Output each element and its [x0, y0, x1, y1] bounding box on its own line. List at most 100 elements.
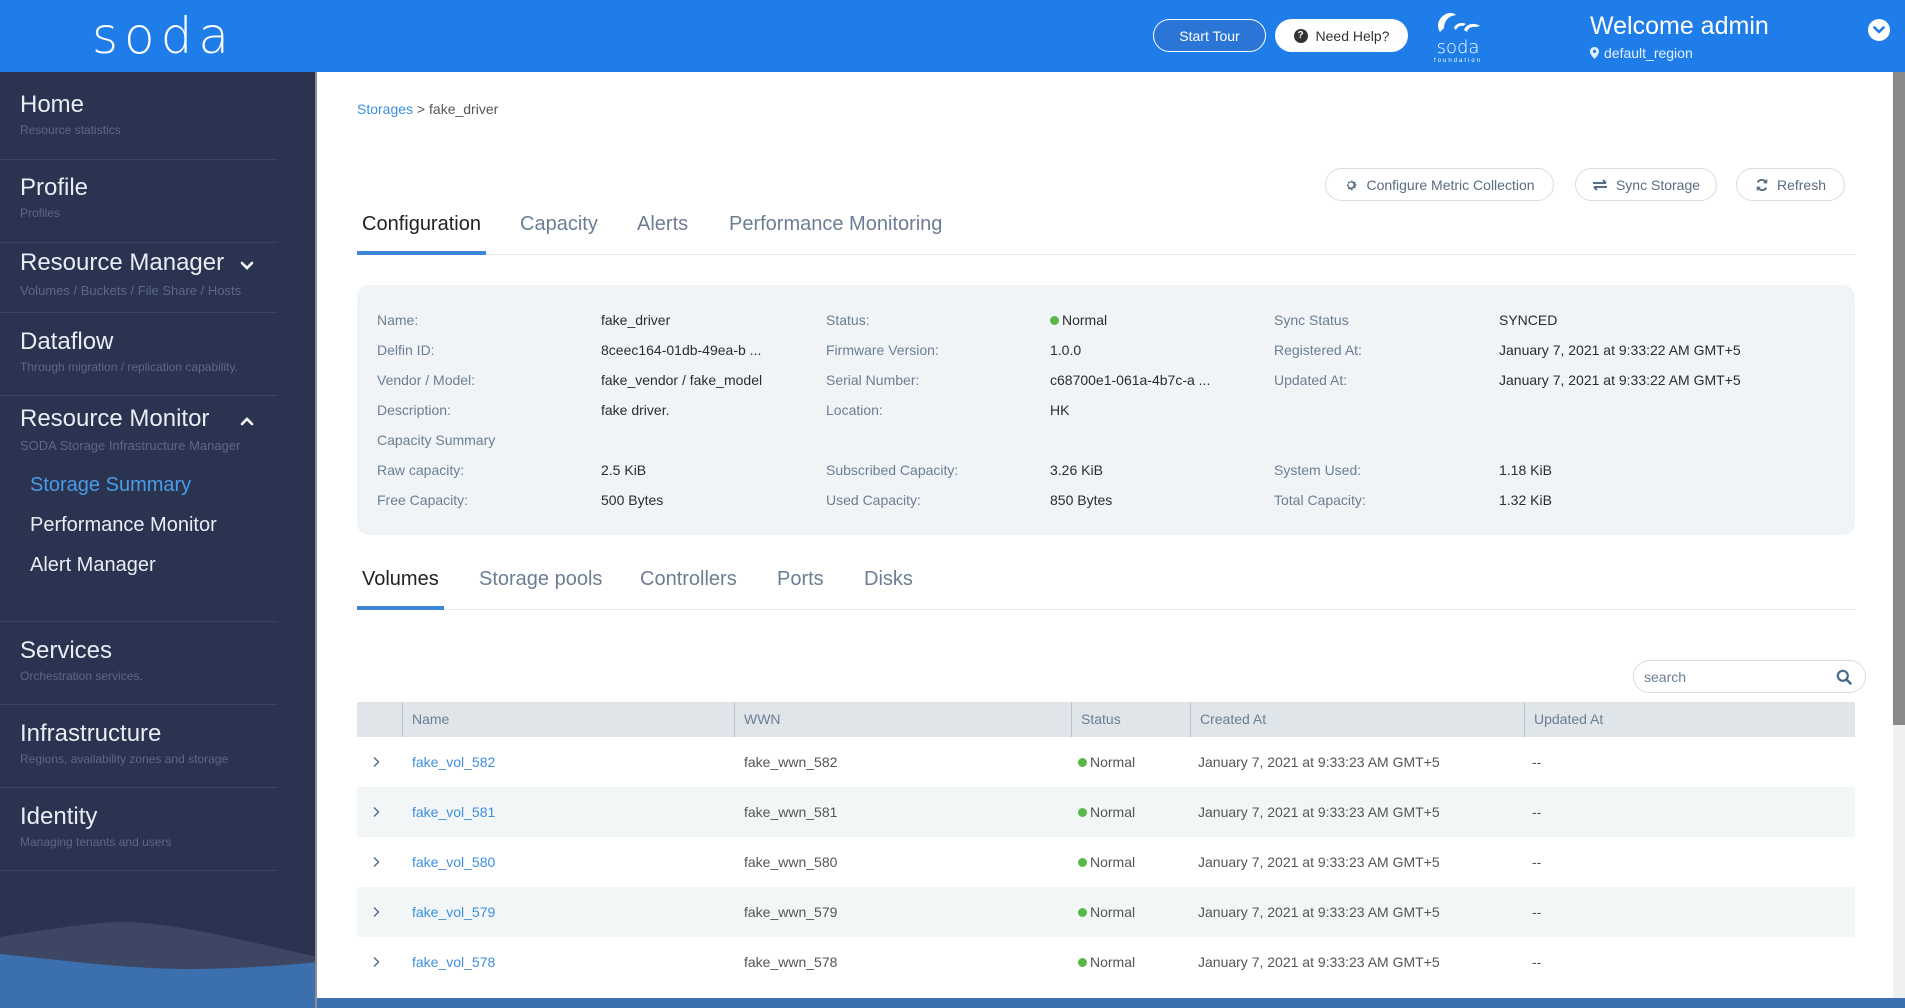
refresh-icon — [1756, 178, 1768, 191]
tab-disks[interactable]: Disks — [864, 568, 913, 591]
table-row[interactable]: fake_vol_582 fake_wwn_582 Normal January 7,… — [357, 737, 1855, 787]
soda-logo[interactable]: soda — [92, 6, 235, 66]
expand-row-chevron-right-icon[interactable] — [372, 856, 380, 868]
volume-name-link[interactable]: fake_vol_582 — [412, 737, 495, 787]
tab-ports[interactable]: Ports — [777, 568, 824, 591]
detail-label: Raw capacity: — [377, 462, 465, 478]
tab-performance-monitoring[interactable]: Performance Monitoring — [729, 213, 942, 236]
volume-status: Normal — [1078, 837, 1135, 887]
active-tab-indicator — [357, 251, 486, 255]
tab-alerts[interactable]: Alerts — [637, 213, 688, 236]
volume-name-link[interactable]: fake_vol_579 — [412, 887, 495, 937]
tab-capacity[interactable]: Capacity — [520, 213, 598, 236]
start-tour-button[interactable]: Start Tour — [1153, 19, 1266, 52]
sidebar-item-title: Services — [20, 637, 113, 664]
sidebar-item-dataflow[interactable]: Dataflow Through migration / replication… — [0, 313, 278, 396]
sidebar-item-home[interactable]: Home Resource statistics — [0, 72, 278, 160]
region-label: default_region — [1604, 45, 1693, 61]
volume-status: Normal — [1078, 737, 1135, 787]
detail-label: Free Capacity: — [377, 492, 469, 508]
tab-configuration[interactable]: Configuration — [362, 213, 481, 236]
search-input[interactable] — [1644, 667, 1824, 687]
detail-value-delfin-id[interactable]: 8ceec164-01db-49ea-b ... — [601, 342, 761, 358]
volume-name-link[interactable]: fake_vol_580 — [412, 837, 495, 887]
volume-created-at: January 7, 2021 at 9:33:23 AM GMT+5 — [1198, 904, 1440, 920]
tab-volumes[interactable]: Volumes — [362, 568, 439, 591]
detail-label: Total Capacity: — [1274, 492, 1366, 508]
table-row[interactable]: fake_vol_579 fake_wwn_579 Normal January 7,… — [357, 887, 1855, 937]
region-indicator: default_region — [1590, 45, 1693, 61]
detail-value-serial[interactable]: c68700e1-061a-4b7c-a ... — [1050, 372, 1210, 388]
sidebar-item-resource-monitor[interactable]: Resource Monitor SODA Storage Infrastruc… — [0, 396, 278, 622]
expand-row-chevron-right-icon[interactable] — [372, 806, 380, 818]
expand-row-chevron-right-icon[interactable] — [372, 956, 380, 968]
foundation-logo-text: soda — [1436, 37, 1480, 58]
column-header-wwn[interactable]: WWN — [734, 702, 1071, 737]
sidebar-subitem-alert-manager[interactable]: Alert Manager — [30, 554, 156, 577]
column-header-updated-at[interactable]: Updated At — [1524, 702, 1855, 737]
volume-name-link[interactable]: fake_vol_581 — [412, 787, 495, 837]
detail-label: System Used: — [1274, 462, 1362, 478]
status-text: Normal — [1090, 754, 1136, 770]
main-tabs: Configuration Capacity Alerts Performanc… — [357, 213, 1855, 255]
refresh-button[interactable]: Refresh — [1736, 168, 1845, 201]
volume-wwn: fake_wwn_581 — [744, 804, 838, 820]
detail-value-free-capacity: 500 Bytes — [601, 492, 664, 508]
configure-metric-collection-button[interactable]: Configure Metric Collection — [1325, 168, 1554, 201]
expand-row-chevron-right-icon[interactable] — [372, 756, 380, 768]
sidebar-item-title: Home — [20, 91, 85, 118]
sidebar-wave-decoration — [0, 922, 315, 1008]
dolphins-icon — [1438, 12, 1480, 32]
volume-created-at: January 7, 2021 at 9:33:23 AM GMT+5 — [1198, 854, 1440, 870]
need-help-button[interactable]: ? Need Help? — [1275, 19, 1408, 52]
configure-metric-collection-label: Configure Metric Collection — [1366, 176, 1535, 193]
user-menu-chevron-down-icon[interactable] — [1868, 19, 1890, 41]
chevron-down-icon[interactable] — [240, 261, 254, 271]
tab-controllers[interactable]: Controllers — [640, 568, 737, 591]
detail-label: Subscribed Capacity: — [826, 462, 959, 478]
expand-row-chevron-right-icon[interactable] — [372, 906, 380, 918]
sidebar-item-infrastructure[interactable]: Infrastructure Regions, availability zon… — [0, 705, 278, 788]
sidebar-item-services[interactable]: Services Orchestration services. — [0, 622, 278, 705]
detail-value-firmware: 1.0.0 — [1050, 342, 1082, 358]
breadcrumb-link-storages[interactable]: Storages — [357, 101, 413, 117]
volume-status: Normal — [1078, 937, 1135, 987]
sidebar-item-title: Dataflow — [20, 328, 114, 355]
question-circle-icon: ? — [1293, 28, 1308, 43]
detail-label: Description: — [377, 402, 451, 418]
detail-value-sync-status: SYNCED — [1499, 312, 1558, 328]
resource-tabs: Volumes Storage pools Controllers Ports … — [357, 568, 1855, 610]
table-header: Name WWN Status Created At Updated At — [357, 702, 1855, 737]
sync-storage-button[interactable]: Sync Storage — [1575, 168, 1717, 201]
detail-label: Used Capacity: — [826, 492, 921, 508]
search-icon[interactable] — [1836, 669, 1852, 685]
tab-storage-pools[interactable]: Storage pools — [479, 568, 602, 591]
sidebar-item-profile[interactable]: Profile Profiles — [0, 160, 278, 243]
sidebar-item-subtitle: SODA Storage Infrastructure Manager — [20, 438, 241, 453]
table-row[interactable]: fake_vol_581 fake_wwn_581 Normal January 7,… — [357, 787, 1855, 837]
gear-icon — [1347, 180, 1358, 190]
sidebar-subitem-storage-summary[interactable]: Storage Summary — [30, 474, 191, 497]
capacity-summary-heading: Capacity Summary — [377, 432, 496, 448]
sidebar-subitem-performance-monitor[interactable]: Performance Monitor — [30, 514, 217, 537]
column-header-created-at[interactable]: Created At — [1190, 702, 1524, 737]
status-dot-icon — [1050, 316, 1059, 325]
chevron-up-icon[interactable] — [240, 416, 254, 426]
detail-value-updated-at: January 7, 2021 at 9:33:22 AM GMT+5 — [1499, 372, 1741, 388]
status-text: Normal — [1062, 312, 1108, 328]
scrollbar-thumb[interactable] — [1893, 72, 1905, 725]
sidebar-item-identity[interactable]: Identity Managing tenants and users — [0, 788, 278, 871]
table-row[interactable]: fake_vol_580 fake_wwn_580 Normal January 7,… — [357, 837, 1855, 887]
table-row[interactable]: fake_vol_578 fake_wwn_578 Normal January 7,… — [357, 937, 1855, 987]
status-dot-icon — [1078, 858, 1087, 867]
detail-value-registered-at: January 7, 2021 at 9:33:22 AM GMT+5 — [1499, 342, 1741, 358]
volume-name-link[interactable]: fake_vol_578 — [412, 937, 495, 987]
detail-value-name: fake_driver — [601, 312, 671, 328]
sidebar-item-resource-manager[interactable]: Resource Manager Volumes / Buckets / Fil… — [0, 243, 278, 313]
detail-label: Name: — [377, 312, 419, 328]
column-header-status[interactable]: Status — [1071, 702, 1190, 737]
need-help-label: Need Help? — [1315, 27, 1390, 44]
column-header-name[interactable]: Name — [402, 702, 734, 737]
search-box — [1633, 660, 1866, 693]
breadcrumb: Storages > fake_driver — [357, 101, 498, 117]
